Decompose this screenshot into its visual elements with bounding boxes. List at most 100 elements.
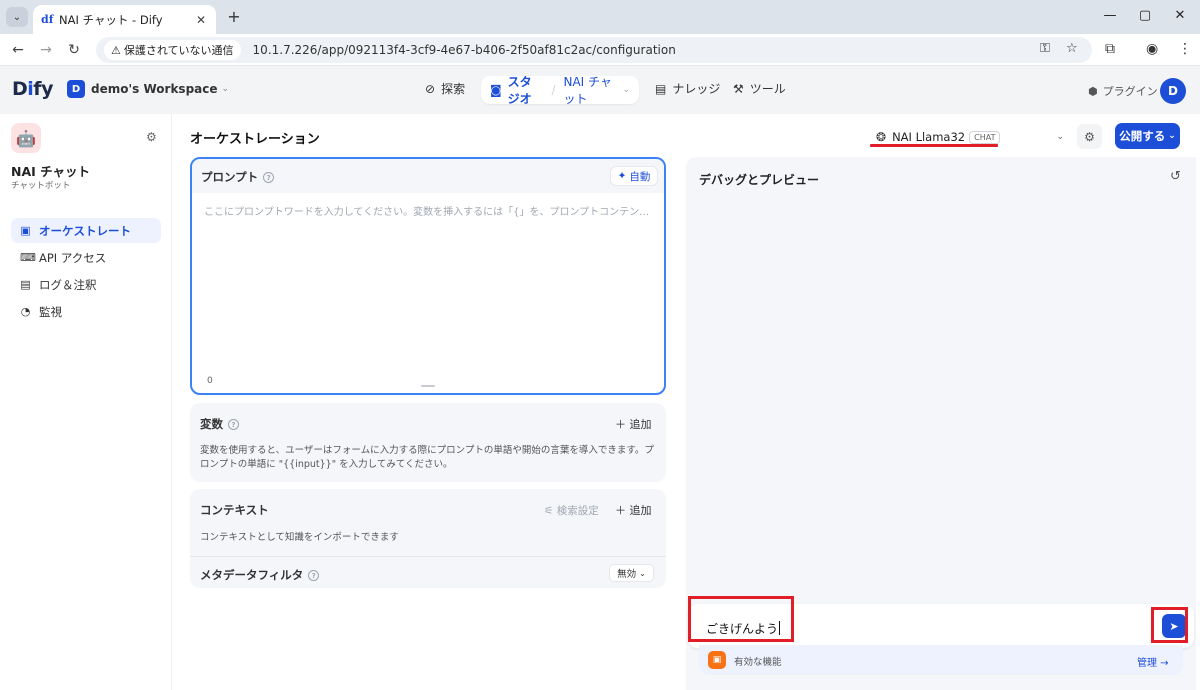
terminal-icon: ⌨ (20, 251, 36, 264)
security-chip[interactable]: ⚠ 保護されていない通信 (104, 40, 241, 60)
nav-studio-label: スタジオ (507, 75, 532, 106)
extensions-icon[interactable]: ⧉ (1105, 41, 1115, 57)
nav-separator: / (551, 83, 556, 97)
more-menu-icon[interactable]: ⋮ (1178, 41, 1192, 57)
help-icon[interactable]: ? (308, 570, 320, 581)
nav-explore[interactable]: ⊘ 探索 (425, 80, 465, 97)
nav-knowledge[interactable]: ▤ ナレッジ (655, 80, 720, 97)
browser-tabstrip: ⌄ df NAI チャット - Dify ✕ + — ▢ ✕ (0, 0, 1200, 34)
warning-icon: ⚠ (111, 43, 121, 57)
app-name: NAI チャット (11, 164, 91, 179)
hammer-icon: ⚒ (733, 81, 744, 96)
gauge-icon: ◔ (20, 305, 31, 318)
dify-favicon-icon: df (41, 13, 54, 26)
security-label: 保護されていない通信 (123, 44, 234, 57)
sidebar-item-orchestrate[interactable]: ▣ オーケストレート (11, 218, 161, 243)
terminal-window-icon: ▣ (20, 224, 31, 237)
sliders-icon: ⚙ (1084, 129, 1095, 144)
prompt-label: プロンプト? (201, 169, 275, 185)
profile-icon[interactable]: ◉ (1146, 41, 1158, 57)
password-key-icon[interactable]: ⚿ (1040, 41, 1050, 56)
new-tab-button[interactable]: + (224, 7, 244, 27)
dify-logo[interactable]: Dify (12, 78, 53, 100)
model-name: NAI Llama32 (892, 130, 966, 144)
add-variable-button[interactable]: ＋ 追加 (615, 416, 652, 432)
model-mode-badge: CHAT (969, 130, 1001, 144)
feature-icon: ▣ (708, 651, 726, 669)
sidebar: 🤖 ⚙ NAI チャット チャットボット ▣ オーケストレート ⌨ API アク… (0, 114, 172, 690)
prompt-char-count: 0 (207, 376, 213, 386)
workspace-name: demo's Workspace (91, 82, 218, 96)
chevron-down-icon: ⌄ (1168, 131, 1176, 141)
help-icon[interactable]: ? (228, 419, 239, 430)
reload-icon[interactable]: ↻ (65, 41, 83, 59)
back-arrow-icon[interactable]: ← (9, 41, 27, 59)
window-close-icon[interactable]: ✕ (1172, 8, 1188, 24)
chevron-down-icon: ⌄ (221, 84, 230, 94)
resize-handle[interactable] (421, 385, 435, 387)
app-type: チャットボット (11, 181, 71, 191)
variables-section: 変数? ＋ 追加 変数を使用すると、ユーザーはフォームに入力する際にプロンプトの… (190, 403, 666, 482)
debug-title: デバッグとプレビュー (699, 173, 820, 187)
tab-search-button[interactable]: ⌄ (6, 7, 28, 27)
auto-generate-button[interactable]: ✦ 自動 (610, 166, 658, 186)
plugins-button[interactable]: ⬢ プラグイン (1088, 83, 1158, 99)
publish-button[interactable]: 公開する ⌄ (1115, 123, 1180, 149)
metadata-filter-select[interactable]: 無効 ⌄ (609, 564, 654, 582)
app-settings-icon[interactable]: ⚙ (146, 130, 157, 144)
sidebar-item-logs[interactable]: ▤ ログ＆注釈 (11, 272, 161, 297)
bookmark-star-icon[interactable]: ☆ (1066, 41, 1078, 56)
sparkle-icon: ✦ (617, 170, 627, 182)
workspace-switcher[interactable]: D demo's Workspace ⌄ (67, 80, 229, 98)
divider (190, 556, 666, 557)
main-panel: オーケストレーション ❂ NAI Llama32 CHAT ⌄ ⚙ 公開する ⌄ … (172, 114, 1200, 690)
browser-toolbar: ← → ↻ ⚠ 保護されていない通信 10.1.7.226/app/092113… (0, 34, 1200, 66)
current-app-selector[interactable]: NAI チャット (563, 73, 617, 107)
features-bar: ▣ 有効な機能 管理 → (699, 645, 1183, 675)
url-text[interactable]: 10.1.7.226/app/092113f4-3cf9-4e67-b406-2… (253, 43, 676, 57)
features-label: 有効な機能 (734, 657, 782, 668)
chevron-down-icon: ⌄ (639, 568, 646, 578)
context-title: コンテキスト (200, 503, 269, 517)
prompt-editor[interactable]: プロンプト? ✦ 自動 ここにプロンプトワードを入力してください。変数を挿入する… (190, 157, 666, 395)
maximize-icon[interactable]: ▢ (1137, 8, 1153, 24)
variables-title: 変数? (200, 416, 239, 432)
metadata-filter-label: メタデータフィルタ? (200, 567, 320, 583)
address-bar[interactable]: ⚠ 保護されていない通信 10.1.7.226/app/092113f4-3cf… (96, 37, 1092, 63)
tab-title: NAI チャット - Dify (59, 12, 163, 27)
prompt-header: プロンプト? ✦ 自動 (192, 159, 664, 193)
sidebar-item-api-access[interactable]: ⌨ API アクセス (11, 245, 161, 270)
highlight-box-input (688, 596, 794, 642)
app-robot-icon: 🤖 (11, 123, 41, 153)
workspace-avatar: D (67, 80, 85, 98)
user-avatar[interactable]: D (1160, 78, 1186, 104)
highlight-underline (870, 144, 998, 147)
browser-tab[interactable]: df NAI チャット - Dify ✕ (33, 5, 216, 34)
cube-icon: ⬢ (1088, 84, 1098, 98)
model-params-button[interactable]: ⚙ (1077, 124, 1102, 149)
context-section: コンテキスト ⚟ 検索設定 ＋ 追加 コンテキストとして知識をインポートできます… (190, 489, 666, 588)
compass-icon: ⊘ (425, 81, 436, 96)
add-context-button[interactable]: ＋ 追加 (615, 502, 652, 518)
highlight-box-send (1151, 607, 1188, 643)
retrieval-settings-button[interactable]: ⚟ 検索設定 (544, 503, 599, 518)
forward-arrow-icon[interactable]: → (37, 41, 55, 59)
book-icon: ▤ (655, 81, 667, 96)
app-header: Dify D demo's Workspace ⌄ ⊘ 探索 ◙ スタジオ / … (0, 66, 1200, 114)
nav-studio[interactable]: ◙ スタジオ / NAI チャット ⌄ (481, 73, 639, 107)
model-provider-icon: ❂ (876, 130, 887, 144)
prompt-input[interactable]: ここにプロンプトワードを入力してください。変数を挿入するには「{」を、プロンプト… (204, 203, 656, 218)
help-icon[interactable]: ? (263, 172, 275, 183)
close-tab-icon[interactable]: ✕ (194, 13, 208, 27)
context-description: コンテキストとして知識をインポートできます (200, 532, 399, 543)
minimize-icon[interactable]: — (1102, 8, 1118, 24)
chevron-down-icon: ⌄ (12, 11, 22, 23)
robot-icon: ◙ (490, 83, 502, 97)
nav-tools[interactable]: ⚒ ツール (733, 80, 786, 97)
sidebar-item-monitoring[interactable]: ◔ 監視 (11, 299, 161, 324)
variables-description: 変数を使用すると、ユーザーはフォームに入力する際にプロンプトの単語や開始の言葉を… (200, 445, 654, 470)
page-title: オーケストレーション (190, 132, 320, 147)
refresh-icon[interactable]: ↺ (1170, 169, 1181, 184)
manage-features-link[interactable]: 管理 → (1137, 654, 1169, 669)
chevron-down-icon: ⌄ (1056, 132, 1064, 142)
